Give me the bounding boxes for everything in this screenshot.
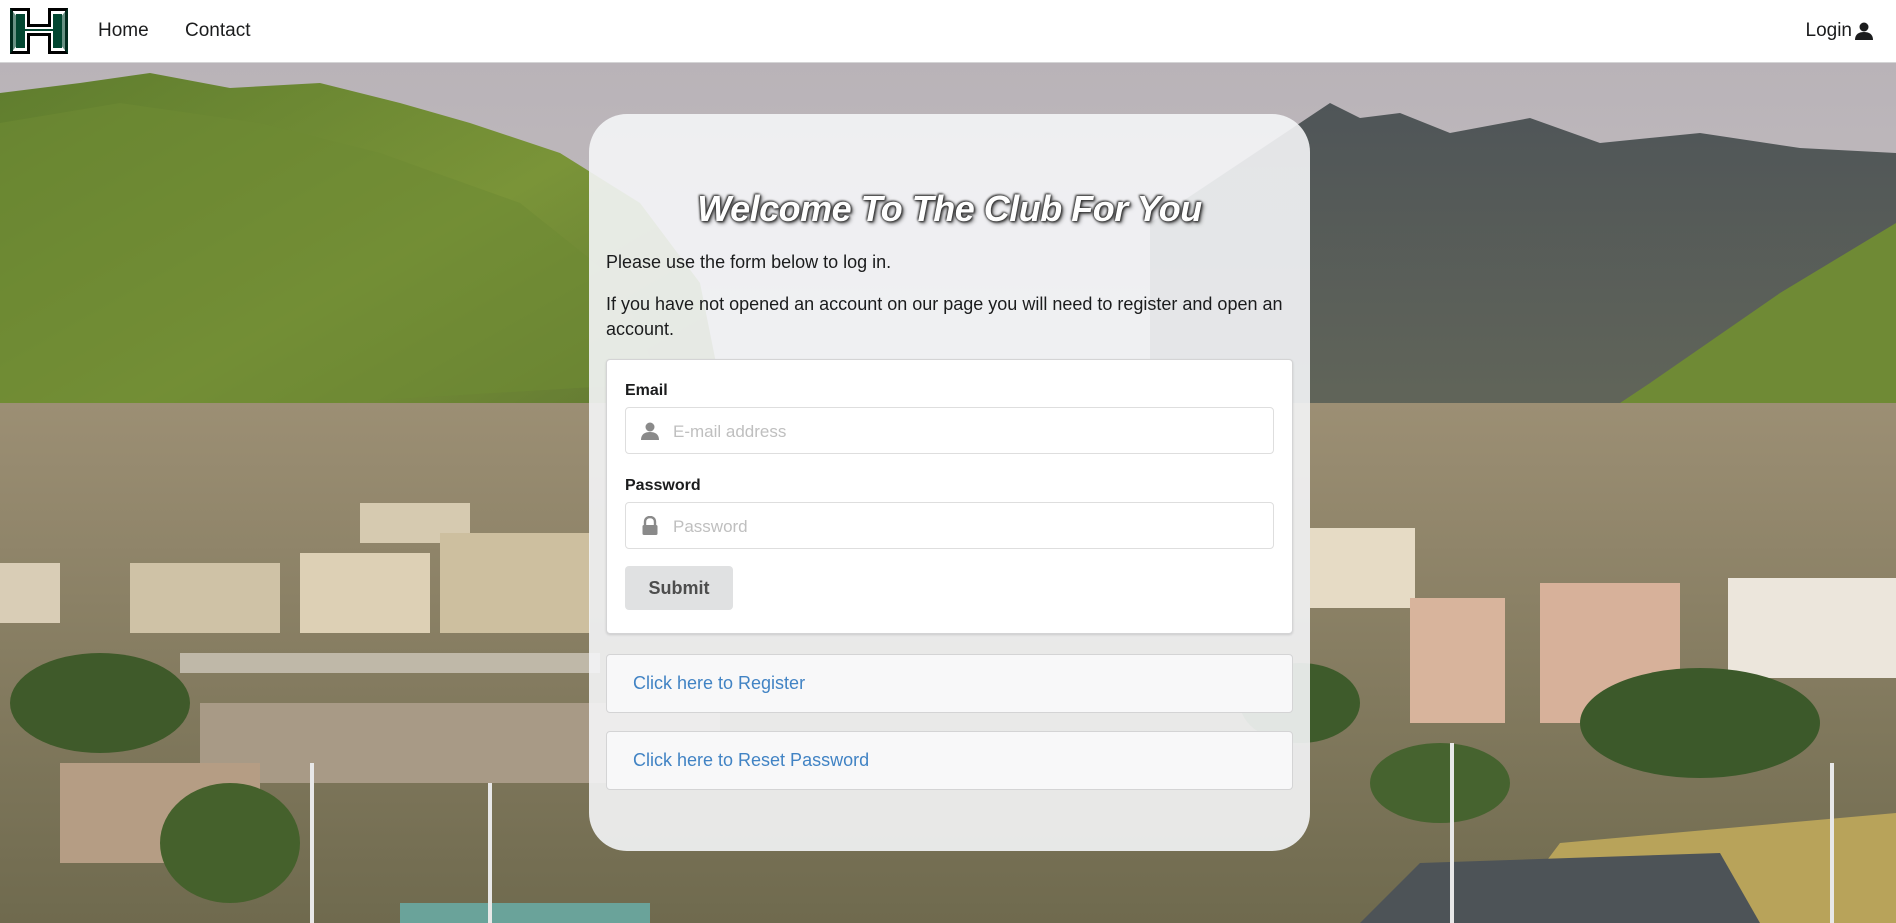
nav-login-link[interactable]: Login — [1806, 20, 1875, 42]
register-instructions: If you have not opened an account on our… — [606, 294, 1283, 339]
user-icon — [1855, 22, 1873, 40]
password-field-wrapper[interactable] — [625, 502, 1274, 550]
login-form: Email Password Submit — [606, 359, 1293, 634]
password-input[interactable] — [671, 503, 1265, 550]
uh-h-logo-icon[interactable] — [8, 6, 70, 56]
nav-login-label: Login — [1805, 20, 1853, 41]
submit-button[interactable]: Submit — [625, 566, 733, 610]
register-link[interactable]: Click here to Register — [633, 673, 805, 694]
email-input[interactable] — [671, 408, 1265, 455]
email-field-wrapper[interactable] — [625, 407, 1274, 455]
lock-icon — [642, 516, 658, 535]
user-icon — [641, 422, 659, 440]
page-title: Welcome To The Club For You — [697, 188, 1202, 229]
reset-password-link[interactable]: Click here to Reset Password — [633, 750, 869, 771]
email-label: Email — [625, 382, 668, 399]
nav-contact-link[interactable]: Contact — [185, 20, 250, 42]
top-menu: Home Contact Login — [0, 0, 1896, 63]
login-card: Welcome To The Club For You Please use t… — [589, 114, 1310, 851]
password-label: Password — [625, 477, 701, 494]
login-instructions: Please use the form below to log in. — [606, 252, 892, 272]
reset-password-message: Click here to Reset Password — [606, 731, 1293, 790]
nav-home-link[interactable]: Home — [98, 20, 149, 42]
register-message: Click here to Register — [606, 654, 1293, 713]
